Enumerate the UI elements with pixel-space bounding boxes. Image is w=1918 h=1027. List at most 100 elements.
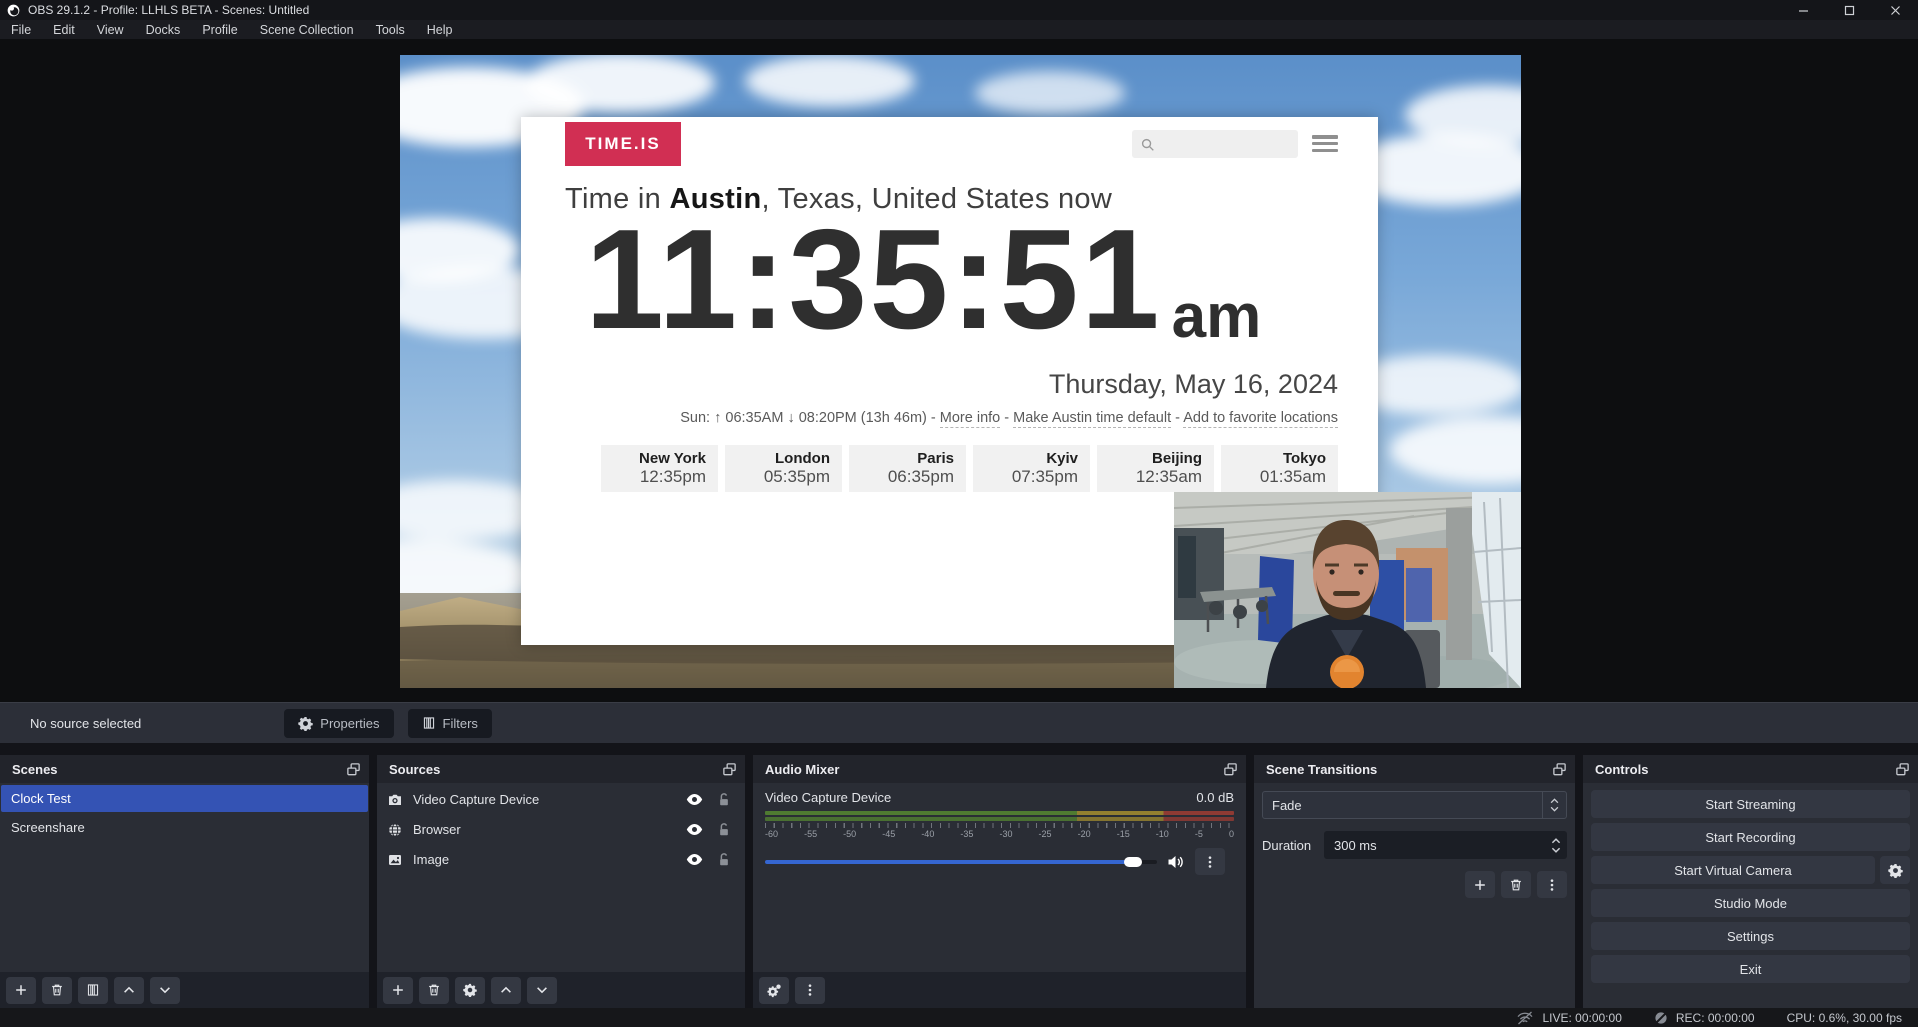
date-line: Thursday, May 16, 2024 bbox=[1049, 369, 1338, 400]
add-source-button[interactable] bbox=[383, 977, 413, 1004]
menu-tools[interactable]: Tools bbox=[365, 20, 416, 39]
exit-button[interactable]: Exit bbox=[1591, 955, 1910, 983]
make-default-link[interactable]: Make Austin time default bbox=[1013, 410, 1171, 428]
audio-mixer-dock-title: Audio Mixer bbox=[765, 762, 839, 777]
source-properties-button[interactable] bbox=[455, 977, 485, 1004]
studio-mode-button[interactable]: Studio Mode bbox=[1591, 889, 1910, 917]
hamburger-menu-icon[interactable] bbox=[1312, 135, 1338, 152]
scene-canvas[interactable]: TIME.IS Time in Austin, Texas, United St… bbox=[400, 55, 1521, 688]
start-virtual-camera-button[interactable]: Start Virtual Camera bbox=[1591, 856, 1875, 884]
dock-area: Scenes Clock Test Screenshare Sources bbox=[0, 755, 1918, 1008]
remove-transition-button[interactable] bbox=[1501, 871, 1531, 898]
sources-dock-header: Sources bbox=[377, 755, 745, 783]
city-card-new-york[interactable]: New York12:35pm bbox=[601, 445, 718, 492]
clock-time: 11:35:51 bbox=[585, 209, 1162, 351]
virtual-camera-config-button[interactable] bbox=[1880, 856, 1910, 884]
popout-icon[interactable] bbox=[1552, 762, 1567, 777]
move-scene-up-button[interactable] bbox=[114, 977, 144, 1004]
scenes-list: Clock Test Screenshare bbox=[0, 783, 369, 972]
popout-icon[interactable] bbox=[1895, 762, 1910, 777]
settings-button[interactable]: Settings bbox=[1591, 922, 1910, 950]
duration-spinbox[interactable]: 300 ms bbox=[1324, 831, 1567, 859]
lock-icon[interactable] bbox=[717, 822, 731, 837]
scenes-dock-title: Scenes bbox=[12, 762, 58, 777]
speaker-icon[interactable] bbox=[1167, 854, 1185, 870]
controls-dock-header: Controls bbox=[1583, 755, 1918, 783]
source-row-image[interactable]: Image bbox=[377, 846, 745, 873]
globe-icon bbox=[387, 822, 404, 838]
preview-area: TIME.IS Time in Austin, Texas, United St… bbox=[0, 39, 1918, 702]
add-favorite-link[interactable]: Add to favorite locations bbox=[1183, 410, 1338, 428]
volume-slider-handle[interactable] bbox=[1124, 857, 1142, 867]
transitions-dock-title: Scene Transitions bbox=[1266, 762, 1377, 777]
city-card-kyiv[interactable]: Kyiv07:35pm bbox=[973, 445, 1090, 492]
move-source-down-button[interactable] bbox=[527, 977, 557, 1004]
move-source-up-button[interactable] bbox=[491, 977, 521, 1004]
scene-item-screenshare[interactable]: Screenshare bbox=[1, 814, 368, 841]
source-context-bar: No source selected Properties Filters bbox=[0, 702, 1918, 743]
minimize-button[interactable] bbox=[1780, 0, 1826, 20]
source-row-video-capture[interactable]: Video Capture Device bbox=[377, 786, 745, 813]
source-row-browser[interactable]: Browser bbox=[377, 816, 745, 843]
lock-icon[interactable] bbox=[717, 792, 731, 807]
record-inactive-icon bbox=[1654, 1011, 1668, 1025]
lock-icon[interactable] bbox=[717, 852, 731, 867]
mixer-channel-name: Video Capture Device bbox=[765, 790, 891, 805]
more-info-link[interactable]: More info bbox=[940, 410, 1000, 428]
popout-icon[interactable] bbox=[1223, 762, 1238, 777]
close-button[interactable] bbox=[1872, 0, 1918, 20]
gear-icon bbox=[298, 716, 313, 731]
move-scene-down-button[interactable] bbox=[150, 977, 180, 1004]
menu-file[interactable]: File bbox=[0, 20, 42, 39]
title-bar: OBS 29.1.2 - Profile: LLHLS BETA - Scene… bbox=[0, 0, 1918, 20]
mixer-menu-kebab-button[interactable] bbox=[795, 977, 825, 1004]
status-bar: LIVE: 00:00:00 REC: 00:00:00 CPU: 0.6%, … bbox=[0, 1008, 1918, 1027]
spinner-arrows-icon[interactable] bbox=[1551, 831, 1561, 859]
scene-item-clock-test[interactable]: Clock Test bbox=[1, 785, 368, 812]
add-scene-button[interactable] bbox=[6, 977, 36, 1004]
menu-view[interactable]: View bbox=[86, 20, 135, 39]
city-card-paris[interactable]: Paris06:35pm bbox=[849, 445, 966, 492]
city-card-london[interactable]: London05:35pm bbox=[725, 445, 842, 492]
start-streaming-button[interactable]: Start Streaming bbox=[1591, 790, 1910, 818]
remove-source-button[interactable] bbox=[419, 977, 449, 1004]
popout-icon[interactable] bbox=[722, 762, 737, 777]
transitions-dock-header: Scene Transitions bbox=[1254, 755, 1575, 783]
filters-button[interactable]: Filters bbox=[408, 709, 492, 738]
scene-filters-button[interactable] bbox=[78, 977, 108, 1004]
start-recording-button[interactable]: Start Recording bbox=[1591, 823, 1910, 851]
transition-kebab-menu-button[interactable] bbox=[1537, 871, 1567, 898]
maximize-button[interactable] bbox=[1826, 0, 1872, 20]
sun-info-line: Sun: ↑ 06:35AM ↓ 08:20PM (13h 46m) - Mor… bbox=[680, 410, 1338, 426]
city-card-tokyo[interactable]: Tokyo01:35am bbox=[1221, 445, 1338, 492]
advanced-audio-gear-icon[interactable] bbox=[759, 977, 789, 1004]
mixer-kebab-menu-button[interactable] bbox=[1195, 848, 1225, 875]
visibility-eye-icon[interactable] bbox=[686, 823, 703, 836]
sources-list: Video Capture Device Browser bbox=[377, 783, 745, 972]
visibility-eye-icon[interactable] bbox=[686, 853, 703, 866]
menu-edit[interactable]: Edit bbox=[42, 20, 86, 39]
menu-profile[interactable]: Profile bbox=[191, 20, 248, 39]
search-input[interactable] bbox=[1132, 130, 1298, 158]
timeis-logo[interactable]: TIME.IS bbox=[565, 122, 681, 166]
meter-tick-ruler bbox=[765, 823, 1234, 828]
webcam-video[interactable] bbox=[1174, 492, 1521, 688]
city-card-beijing[interactable]: Beijing12:35am bbox=[1097, 445, 1214, 492]
menu-docks[interactable]: Docks bbox=[135, 20, 192, 39]
volume-slider[interactable] bbox=[765, 860, 1157, 864]
transition-select[interactable]: Fade bbox=[1262, 791, 1567, 819]
menu-scene-collection[interactable]: Scene Collection bbox=[249, 20, 365, 39]
popout-icon[interactable] bbox=[346, 762, 361, 777]
mixer-channel: Video Capture Device 0.0 dB -60-55-50-45… bbox=[753, 783, 1246, 972]
gear-icon bbox=[1888, 863, 1903, 878]
properties-button[interactable]: Properties bbox=[284, 709, 393, 738]
menu-bar: File Edit View Docks Profile Scene Colle… bbox=[0, 20, 1918, 39]
controls-dock-title: Controls bbox=[1595, 762, 1648, 777]
remove-scene-button[interactable] bbox=[42, 977, 72, 1004]
visibility-eye-icon[interactable] bbox=[686, 793, 703, 806]
image-icon bbox=[387, 852, 404, 868]
window-title: OBS 29.1.2 - Profile: LLHLS BETA - Scene… bbox=[28, 3, 309, 17]
add-transition-button[interactable] bbox=[1465, 871, 1495, 898]
menu-help[interactable]: Help bbox=[416, 20, 464, 39]
sources-toolbar bbox=[377, 972, 745, 1008]
